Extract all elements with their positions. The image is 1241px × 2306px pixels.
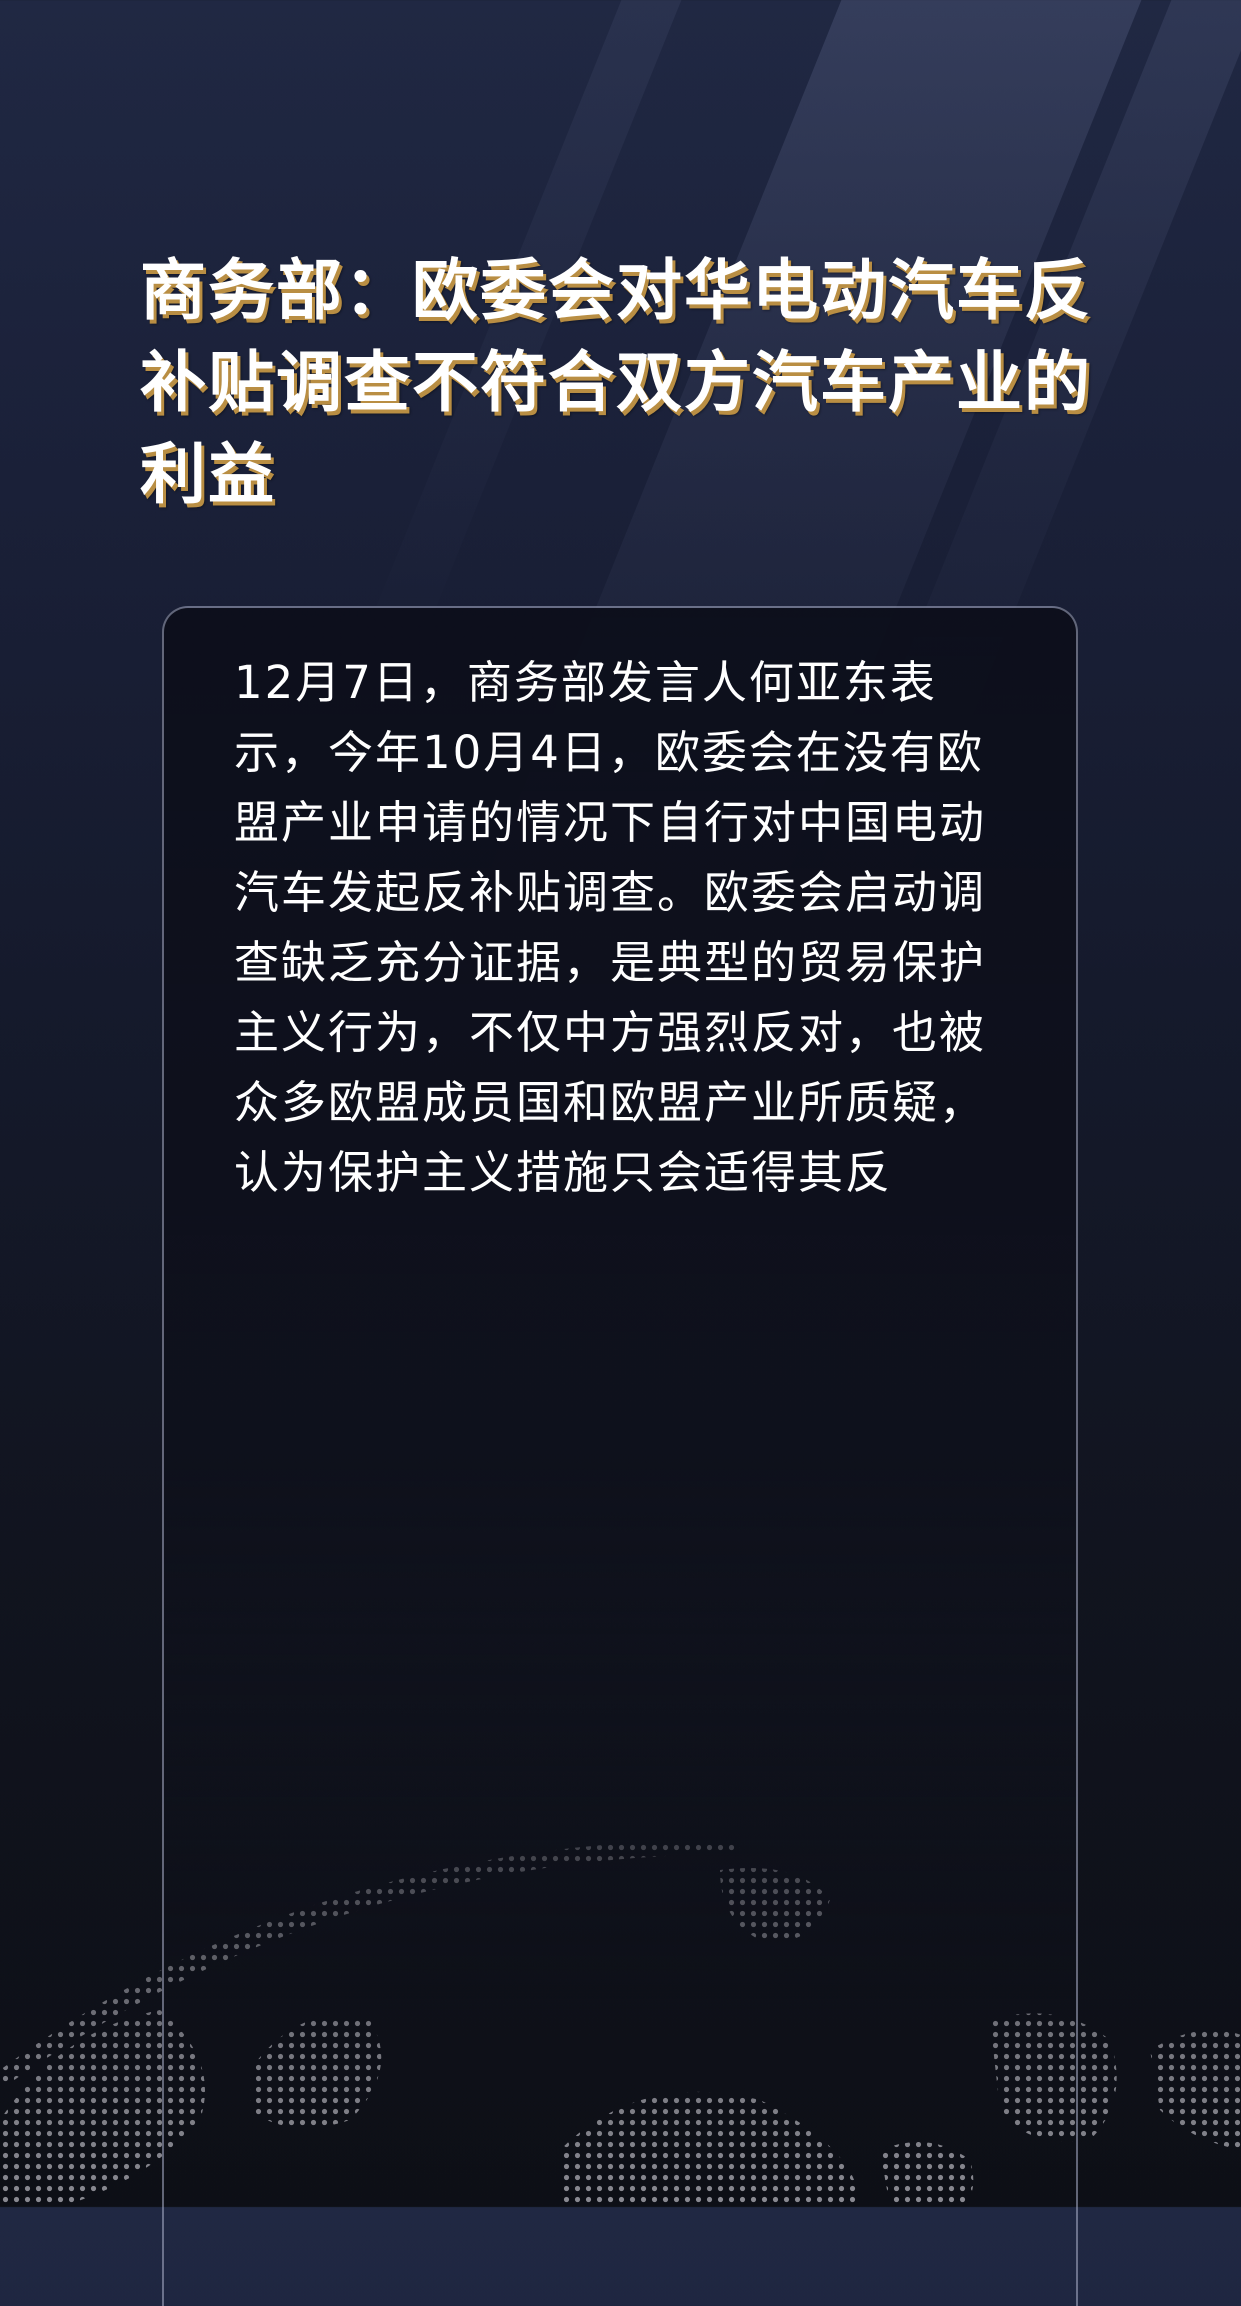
text-card: 12月7日，商务部发言人何亚东表示，今年10月4日，欧委会在没有欧盟产业申请的情… [162, 606, 1078, 2306]
headline: 商务部：欧委会对华电动汽车反补贴调查不符合双方汽车产业的利益 [140, 252, 1092, 513]
card-body-text: 12月7日，商务部发言人何亚东表示，今年10月4日，欧委会在没有欧盟产业申请的情… [234, 656, 987, 1199]
